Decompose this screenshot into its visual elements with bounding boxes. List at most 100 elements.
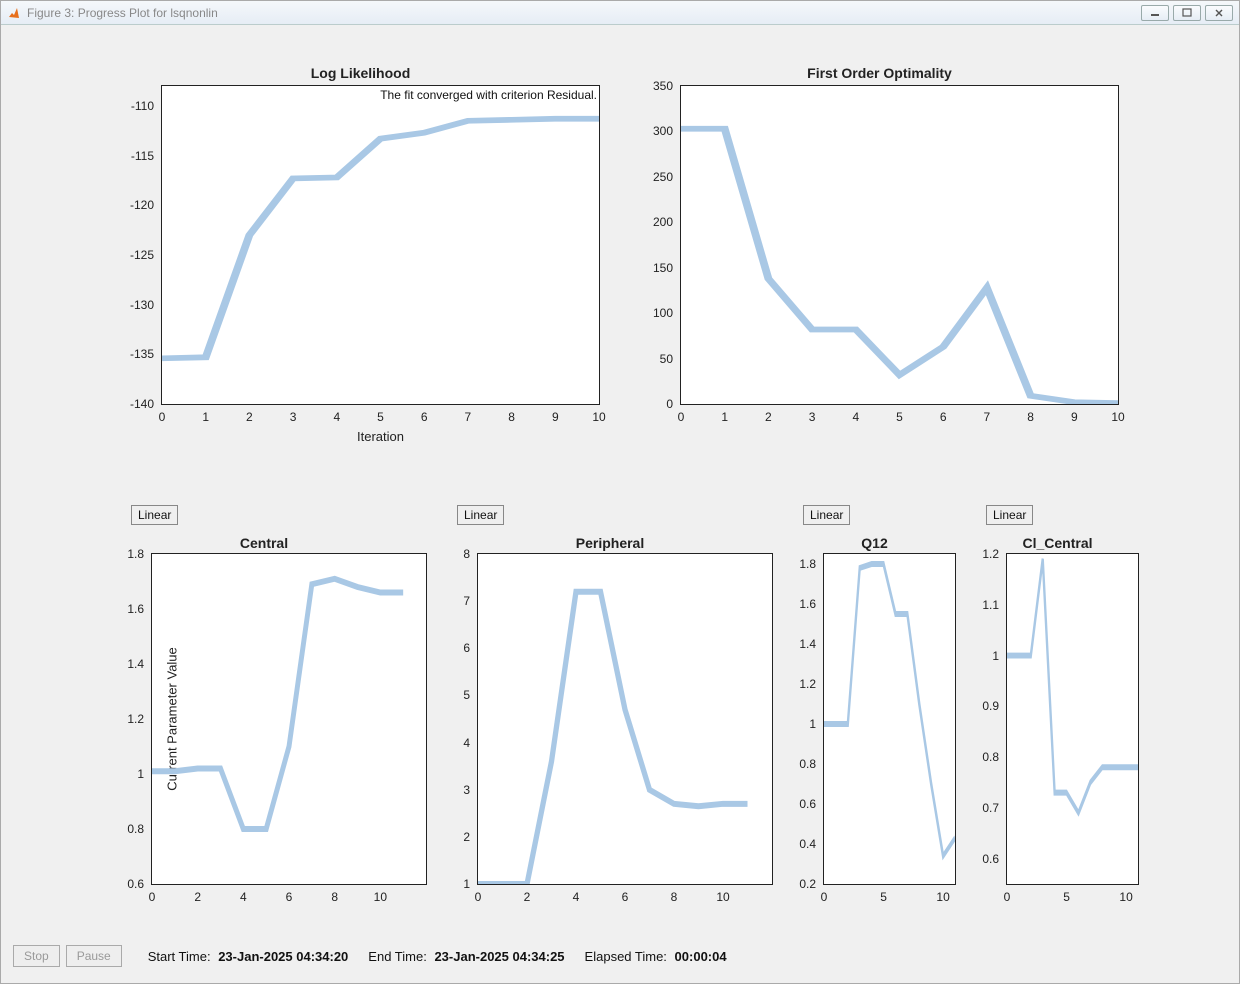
y-tick: 0.8: [959, 750, 1007, 764]
matlab-icon: [7, 6, 21, 20]
plot-title: First Order Optimality: [640, 65, 1119, 81]
x-tick: 9: [552, 404, 559, 424]
y-tick: 0: [633, 397, 681, 411]
x-tick: 4: [333, 404, 340, 424]
y-tick: 2: [430, 830, 478, 844]
y-tick: 350: [633, 79, 681, 93]
y-tick: -120: [114, 198, 162, 212]
start-time: Start Time: 23-Jan-2025 04:34:20: [148, 949, 349, 964]
maximize-button[interactable]: [1173, 5, 1201, 21]
x-tick: 10: [1119, 884, 1132, 904]
scale-toggle-button[interactable]: Linear: [457, 505, 504, 525]
x-tick: 10: [716, 884, 729, 904]
x-tick: 2: [194, 884, 201, 904]
close-button[interactable]: [1205, 5, 1233, 21]
y-tick: 1.4: [104, 657, 152, 671]
y-tick: -115: [114, 149, 162, 163]
plot-title: Peripheral: [447, 535, 773, 551]
plot-central: Linear Central Current Parameter Value 0…: [101, 505, 427, 925]
y-tick: 1.6: [104, 602, 152, 616]
x-tick: 10: [936, 884, 949, 904]
x-tick: 8: [1027, 404, 1034, 424]
x-tick: 4: [240, 884, 247, 904]
x-tick: 0: [678, 404, 685, 424]
x-tick: 0: [475, 884, 482, 904]
y-tick: 250: [633, 170, 681, 184]
scale-toggle-button[interactable]: Linear: [986, 505, 1033, 525]
x-tick: 4: [573, 884, 580, 904]
elapsed-time: Elapsed Time: 00:00:04: [585, 949, 727, 964]
y-tick: 1.2: [959, 547, 1007, 561]
x-tick: 0: [1004, 884, 1011, 904]
x-tick: 0: [149, 884, 156, 904]
y-tick: -125: [114, 248, 162, 262]
y-tick: 1: [776, 717, 824, 731]
pause-button[interactable]: Pause: [66, 945, 122, 967]
x-tick: 7: [465, 404, 472, 424]
y-tick: 7: [430, 594, 478, 608]
x-tick: 5: [1063, 884, 1070, 904]
scale-toggle-button[interactable]: Linear: [803, 505, 850, 525]
x-tick: 10: [1111, 404, 1124, 424]
y-tick: 1.1: [959, 598, 1007, 612]
plot-q12: Linear Q12 0.20.40.60.811.21.41.61.80510: [793, 505, 956, 925]
figure-window: Figure 3: Progress Plot for lsqnonlin Lo…: [0, 0, 1240, 984]
y-tick: 4: [430, 736, 478, 750]
y-tick: 0.6: [959, 852, 1007, 866]
plot-log-likelihood: Log Likelihood The fit converged with cr…: [121, 65, 600, 465]
y-tick: 1: [959, 649, 1007, 663]
plot-title: Q12: [793, 535, 956, 551]
x-tick: 6: [940, 404, 947, 424]
status-bar: Stop Pause Start Time: 23-Jan-2025 04:34…: [13, 941, 1227, 971]
scale-toggle-button[interactable]: Linear: [131, 505, 178, 525]
minimize-button[interactable]: [1141, 5, 1169, 21]
y-tick: 1.2: [104, 712, 152, 726]
plot-first-order-optimality: First Order Optimality 05010015020025030…: [640, 65, 1119, 465]
y-tick: 50: [633, 352, 681, 366]
y-tick: 3: [430, 783, 478, 797]
y-tick: 0.6: [776, 797, 824, 811]
y-tick: 0.8: [104, 822, 152, 836]
end-time: End Time: 23-Jan-2025 04:34:25: [368, 949, 564, 964]
x-tick: 10: [374, 884, 387, 904]
stop-button[interactable]: Stop: [13, 945, 60, 967]
x-axis-label: Iteration: [162, 429, 599, 444]
x-tick: 8: [508, 404, 515, 424]
plot-cl-central: Linear Cl_Central 0.60.70.80.911.11.2051…: [976, 505, 1139, 925]
y-tick: 0.9: [959, 699, 1007, 713]
y-tick: -135: [114, 347, 162, 361]
window-title: Figure 3: Progress Plot for lsqnonlin: [27, 6, 218, 20]
y-tick: 200: [633, 215, 681, 229]
y-tick: -140: [114, 397, 162, 411]
y-tick: 1.8: [104, 547, 152, 561]
x-tick: 9: [1071, 404, 1078, 424]
y-tick: 300: [633, 124, 681, 138]
x-tick: 6: [622, 884, 629, 904]
y-tick: 0.6: [104, 877, 152, 891]
x-tick: 8: [331, 884, 338, 904]
y-tick: 1.8: [776, 557, 824, 571]
plot-title: Log Likelihood: [121, 65, 600, 81]
x-tick: 3: [290, 404, 297, 424]
y-tick: 1.4: [776, 637, 824, 651]
y-tick: 8: [430, 547, 478, 561]
y-tick: 1.6: [776, 597, 824, 611]
x-tick: 5: [896, 404, 903, 424]
x-tick: 3: [809, 404, 816, 424]
y-tick: 1: [104, 767, 152, 781]
x-tick: 2: [246, 404, 253, 424]
x-tick: 1: [202, 404, 209, 424]
x-tick: 6: [286, 884, 293, 904]
x-tick: 0: [821, 884, 828, 904]
y-tick: 0.7: [959, 801, 1007, 815]
y-tick: 0.8: [776, 757, 824, 771]
titlebar: Figure 3: Progress Plot for lsqnonlin: [1, 1, 1239, 25]
y-tick: 1.2: [776, 677, 824, 691]
x-tick: 1: [721, 404, 728, 424]
x-tick: 10: [592, 404, 605, 424]
x-tick: 2: [524, 884, 531, 904]
y-tick: -110: [114, 99, 162, 113]
x-tick: 8: [671, 884, 678, 904]
x-tick: 2: [765, 404, 772, 424]
x-tick: 7: [984, 404, 991, 424]
